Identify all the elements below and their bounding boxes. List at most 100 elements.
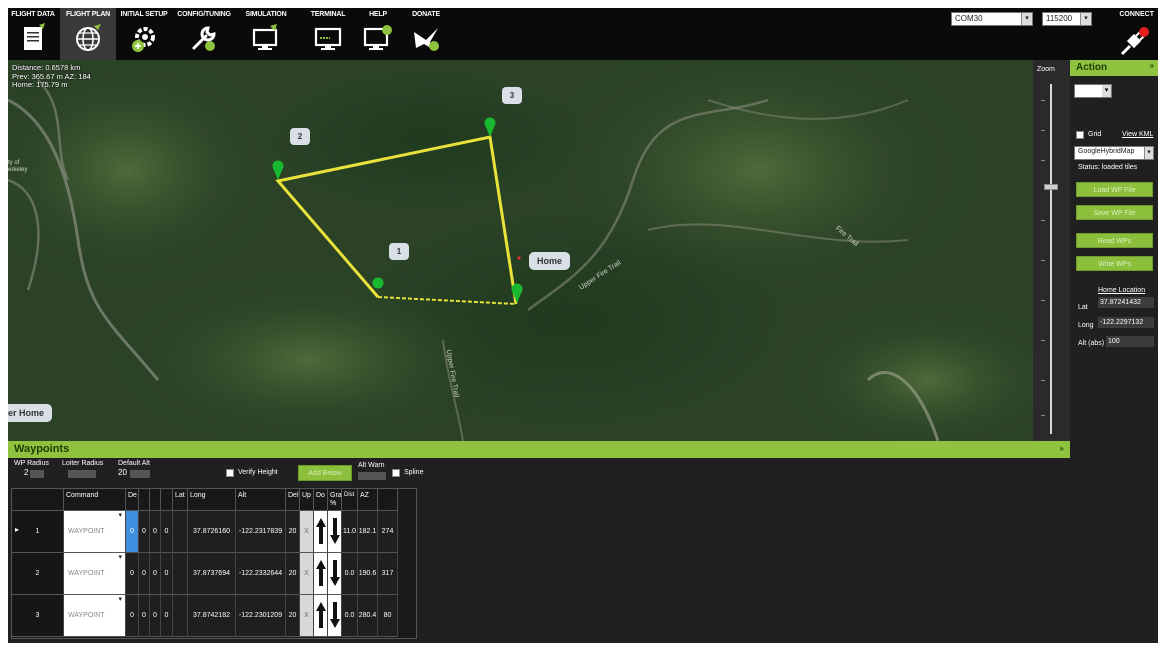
delete-button[interactable]: X xyxy=(300,595,314,637)
pin-icon[interactable]: » xyxy=(1150,61,1154,70)
param-cell[interactable]: 0 xyxy=(161,511,173,553)
param-cell[interactable]: 0 xyxy=(150,595,161,637)
dist-cell[interactable]: 190.6 xyxy=(358,553,378,595)
menu-terminal[interactable]: TERMINAL xyxy=(304,8,352,60)
column-header[interactable]: Alt xyxy=(236,489,286,511)
command-select[interactable]: WAYPOINT ▾ xyxy=(64,595,126,637)
menu-flight-data[interactable]: FLIGHT DATA xyxy=(8,8,58,60)
column-header[interactable]: AZ xyxy=(358,489,378,511)
param-cell[interactable]: 0 xyxy=(161,553,173,595)
dist-cell[interactable]: 182.1 xyxy=(358,511,378,553)
wp-radius-field[interactable]: 2 xyxy=(24,468,28,477)
map-view[interactable]: Distance: 0.6578 km Prev: 365.67 m AZ: 1… xyxy=(8,60,1033,441)
alt-warn-input[interactable] xyxy=(358,472,386,480)
move-up-arrow-icon[interactable] xyxy=(314,553,328,595)
waypoint-1-label[interactable]: 1 xyxy=(389,243,409,260)
read-wps-button[interactable]: Read WPs xyxy=(1076,233,1153,248)
loiter-radius-input[interactable] xyxy=(68,470,96,478)
grad-cell[interactable]: 0.0 xyxy=(342,553,358,595)
delete-button[interactable]: X xyxy=(300,511,314,553)
param-cell[interactable]: 0 xyxy=(126,595,139,637)
home-location-title[interactable]: Home Location xyxy=(1098,287,1145,294)
az-cell[interactable]: 274 xyxy=(378,511,398,553)
param-cell[interactable]: 0 xyxy=(150,553,161,595)
column-header[interactable] xyxy=(378,489,398,511)
param-cell[interactable]: 0 xyxy=(126,553,139,595)
alt-cell[interactable]: 20 xyxy=(286,553,300,595)
menu-flight-plan[interactable]: FLIGHT PLAN xyxy=(60,8,116,60)
verify-height-checkbox[interactable] xyxy=(226,469,234,477)
pin-icon[interactable]: » xyxy=(1060,444,1064,453)
move-down-arrow-icon[interactable] xyxy=(328,511,342,553)
grad-cell[interactable]: 0.0 xyxy=(342,595,358,637)
view-kml-link[interactable]: View KML xyxy=(1122,131,1153,138)
offscreen-home-label[interactable]: er Home xyxy=(8,404,53,422)
zoom-slider-thumb[interactable] xyxy=(1044,184,1058,190)
az-cell[interactable]: 80 xyxy=(378,595,398,637)
column-header[interactable]: De xyxy=(126,489,139,511)
column-header[interactable] xyxy=(150,489,161,511)
wp-radius-input[interactable] xyxy=(30,470,44,478)
add-below-button[interactable]: Add Below xyxy=(298,465,352,481)
lat-cell[interactable]: 37.8737694 xyxy=(188,553,236,595)
waypoint-2-label[interactable]: 2 xyxy=(290,128,310,145)
map-type-select[interactable]: GoogleHybridMap ▾ xyxy=(1074,146,1154,160)
menu-help[interactable]: HELP xyxy=(358,8,398,60)
move-up-arrow-icon[interactable] xyxy=(314,595,328,637)
baud-select[interactable]: 115200 ▾ xyxy=(1042,12,1092,26)
save-wp-file-button[interactable]: Save WP File xyxy=(1076,205,1153,220)
default-alt-input[interactable] xyxy=(130,470,150,478)
home-lat-field[interactable]: 37.87241432 xyxy=(1098,297,1154,308)
action-select[interactable]: ▾ xyxy=(1074,84,1112,98)
column-header[interactable]: Del xyxy=(286,489,300,511)
default-alt-field[interactable]: 20 xyxy=(118,468,127,477)
lat-cell[interactable]: 37.8726160 xyxy=(188,511,236,553)
command-select[interactable]: WAYPOINT ▾ xyxy=(64,553,126,595)
dist-cell[interactable]: 280.4 xyxy=(358,595,378,637)
column-header[interactable]: Grad % xyxy=(328,489,346,511)
load-wp-file-button[interactable]: Load WP File xyxy=(1076,182,1153,197)
column-header[interactable] xyxy=(161,489,173,511)
waypoint-3-label[interactable]: 3 xyxy=(502,87,522,104)
delete-button[interactable]: X xyxy=(300,553,314,595)
command-select[interactable]: WAYPOINT ▾ xyxy=(64,511,126,553)
connect-plug-icon[interactable] xyxy=(1118,24,1152,58)
param-cell[interactable]: 0 xyxy=(139,511,150,553)
alt-cell[interactable]: 20 xyxy=(286,511,300,553)
waypoints-grid[interactable]: Command De Lat Long Alt Del Up Do Grad %… xyxy=(11,488,417,639)
grad-cell[interactable]: 11.0 xyxy=(342,511,358,553)
satellite-map[interactable] xyxy=(8,60,1033,441)
zoom-slider[interactable] xyxy=(1050,84,1052,434)
param-cell[interactable]: 0 xyxy=(126,511,139,553)
column-header[interactable] xyxy=(139,489,150,511)
column-header[interactable]: Dist xyxy=(342,489,358,511)
long-cell[interactable]: -122.2301209 xyxy=(236,595,286,637)
param-cell[interactable]: 0 xyxy=(161,595,173,637)
long-cell[interactable]: -122.2332644 xyxy=(236,553,286,595)
column-header[interactable]: Do xyxy=(314,489,328,511)
move-down-arrow-icon[interactable] xyxy=(328,595,342,637)
column-header[interactable]: Up xyxy=(300,489,314,511)
home-label[interactable]: Home xyxy=(529,252,571,270)
long-cell[interactable]: -122.2317839 xyxy=(236,511,286,553)
param-cell[interactable]: 0 xyxy=(139,595,150,637)
az-cell[interactable]: 317 xyxy=(378,553,398,595)
menu-simulation[interactable]: SIMULATION xyxy=(240,8,292,60)
param-cell[interactable]: 0 xyxy=(150,511,161,553)
column-header[interactable]: Long xyxy=(188,489,236,511)
alt-cell[interactable]: 20 xyxy=(286,595,300,637)
column-header[interactable]: Command xyxy=(64,489,126,511)
menu-config-tuning[interactable]: CONFIG/TUNING xyxy=(174,8,234,60)
column-header[interactable]: Lat xyxy=(173,489,188,511)
grid-checkbox[interactable] xyxy=(1076,131,1084,139)
move-up-arrow-icon[interactable] xyxy=(314,511,328,553)
spline-checkbox[interactable] xyxy=(392,469,400,477)
move-down-arrow-icon[interactable] xyxy=(328,553,342,595)
param-cell[interactable]: 0 xyxy=(139,553,150,595)
port-select[interactable]: COM30 ▾ xyxy=(951,12,1033,26)
home-long-field[interactable]: -122.2297132 xyxy=(1098,317,1154,328)
menu-initial-setup[interactable]: INITIAL SETUP xyxy=(118,8,170,60)
write-wps-button[interactable]: Write WPs xyxy=(1076,256,1153,271)
lat-cell[interactable]: 37.8742182 xyxy=(188,595,236,637)
menu-donate[interactable]: DONATE xyxy=(404,8,448,60)
